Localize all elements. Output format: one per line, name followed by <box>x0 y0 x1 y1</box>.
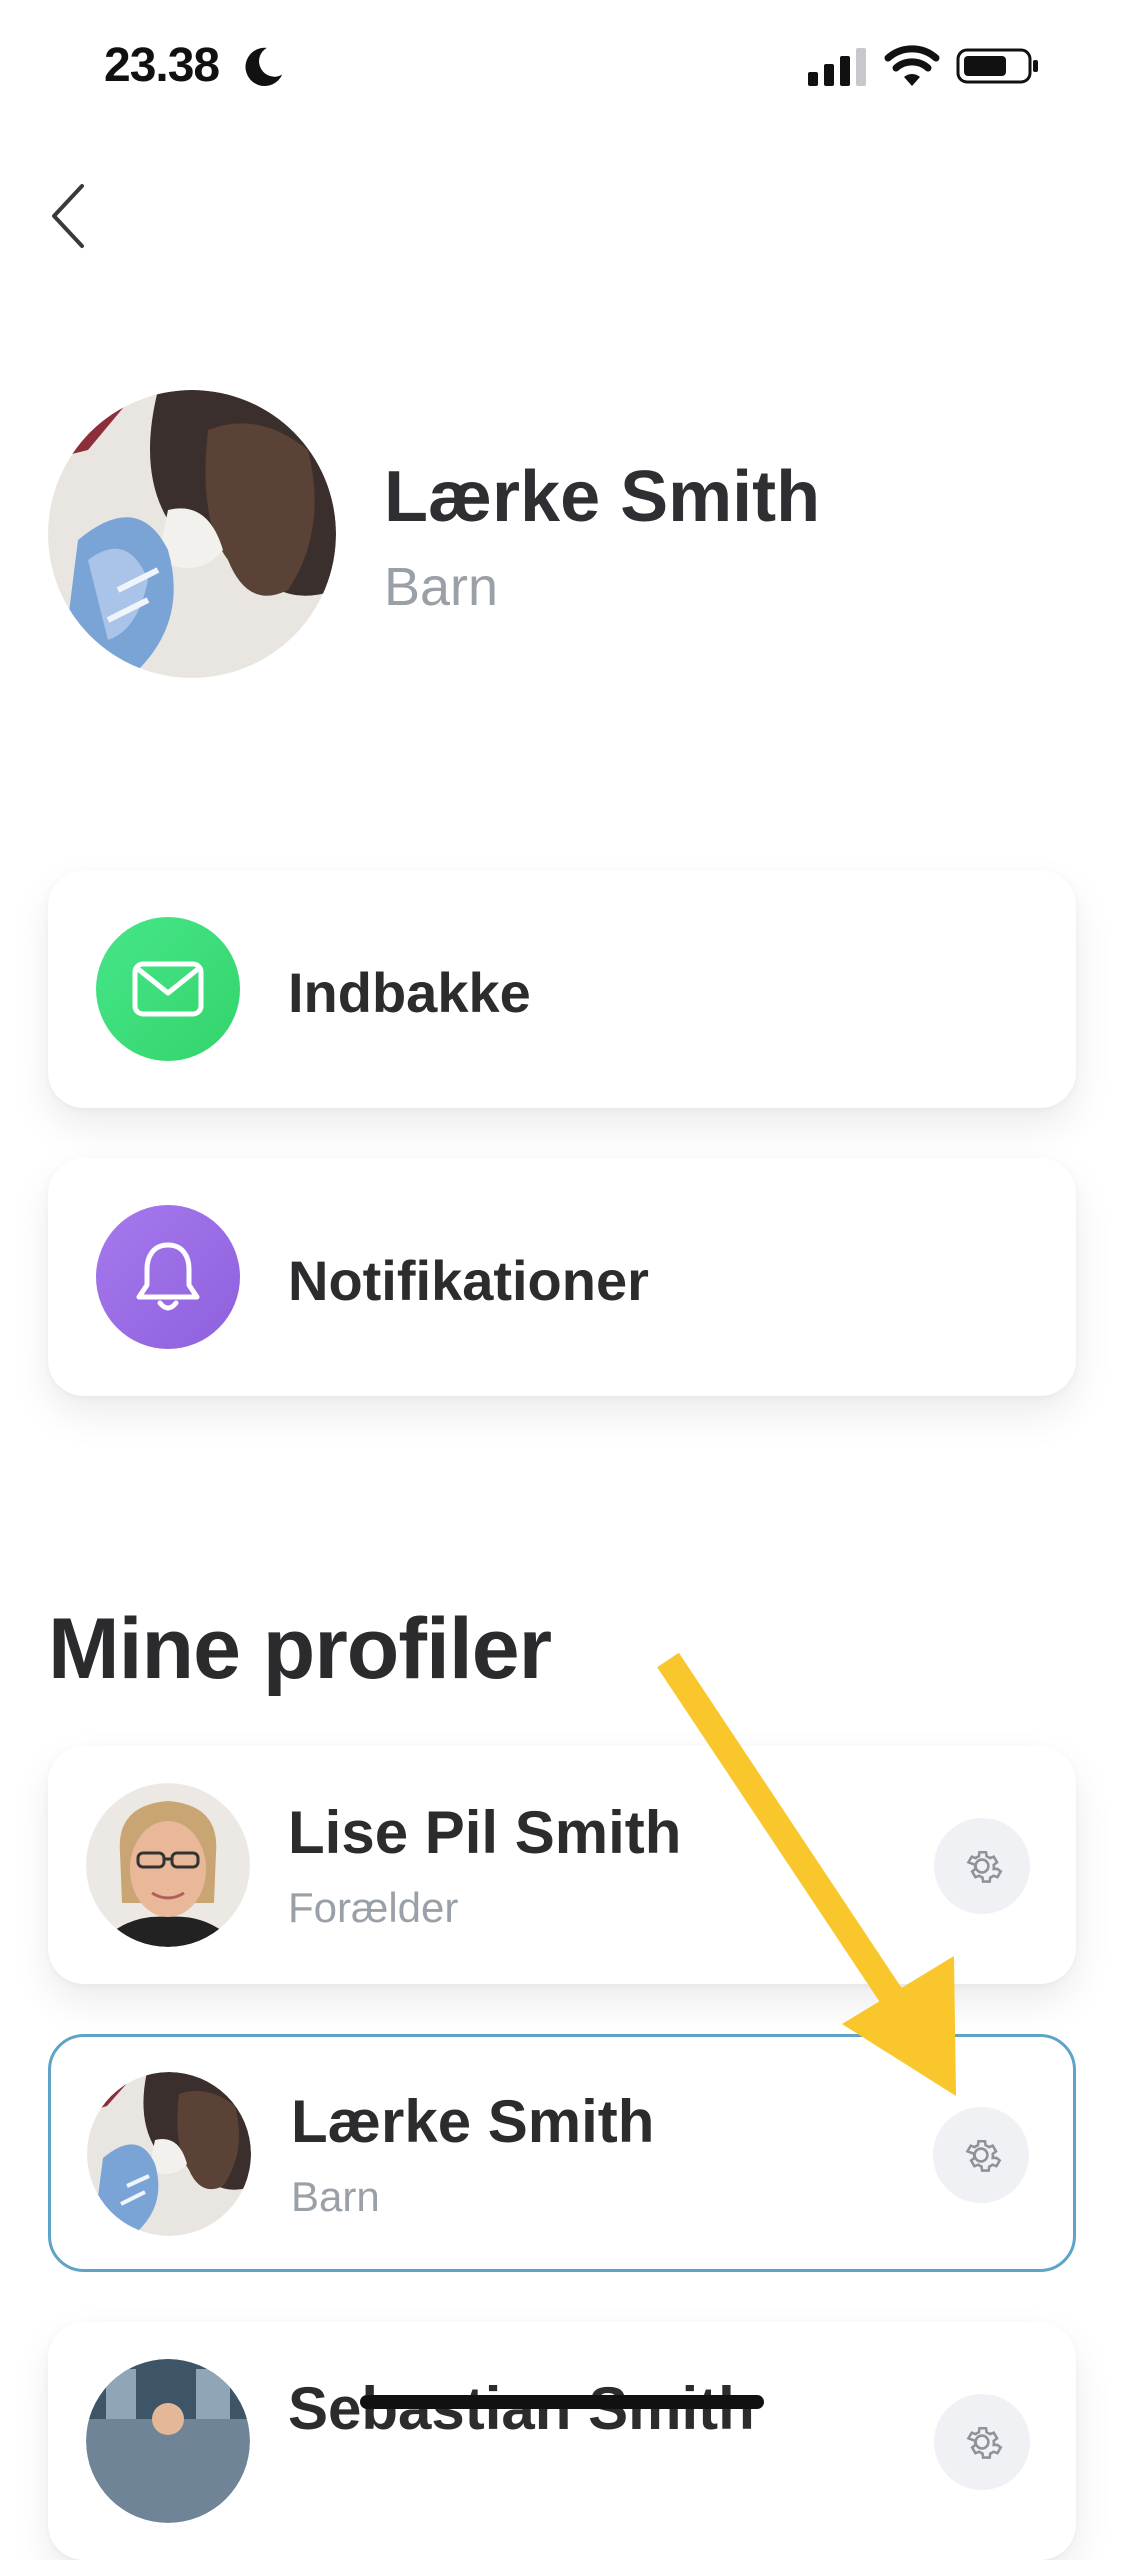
wifi-icon <box>884 45 940 86</box>
menu-item-label: Indbakke <box>288 961 531 1024</box>
bell-icon <box>96 1205 240 1349</box>
annotation-arrow-icon <box>657 1652 956 2096</box>
profile-name: Lærke Smith <box>291 2088 655 2155</box>
cellular-signal-icon <box>808 48 866 86</box>
profile-avatar <box>48 390 336 678</box>
profile-role: Barn <box>384 557 499 617</box>
mail-icon <box>96 917 240 1061</box>
avatar <box>87 2072 251 2236</box>
moon-icon <box>245 47 283 87</box>
back-chevron-icon[interactable] <box>44 180 94 252</box>
menu-item-inbox[interactable]: Indbakke <box>48 870 1076 1108</box>
menu-item-notifications[interactable]: Notifikationer <box>48 1158 1076 1396</box>
settings-gear-icon[interactable] <box>933 2107 1029 2203</box>
profile-role: Barn <box>291 2173 380 2220</box>
profile-name: Lærke Smith <box>384 457 821 537</box>
home-indicator[interactable] <box>360 2395 764 2409</box>
settings-gear-icon[interactable] <box>934 2394 1030 2490</box>
status-time: 23.38 <box>104 39 220 92</box>
profile-role: Forælder <box>288 1884 459 1931</box>
section-title: Mine profiler <box>48 1601 552 1697</box>
menu-item-label: Notifikationer <box>288 1249 649 1312</box>
profile-card[interactable]: Sebastian Smith <box>48 2322 1076 2560</box>
avatar <box>86 2359 250 2523</box>
avatar <box>86 1783 250 1947</box>
battery-icon <box>956 48 1038 84</box>
profile-name: Lise Pil Smith <box>288 1799 682 1866</box>
